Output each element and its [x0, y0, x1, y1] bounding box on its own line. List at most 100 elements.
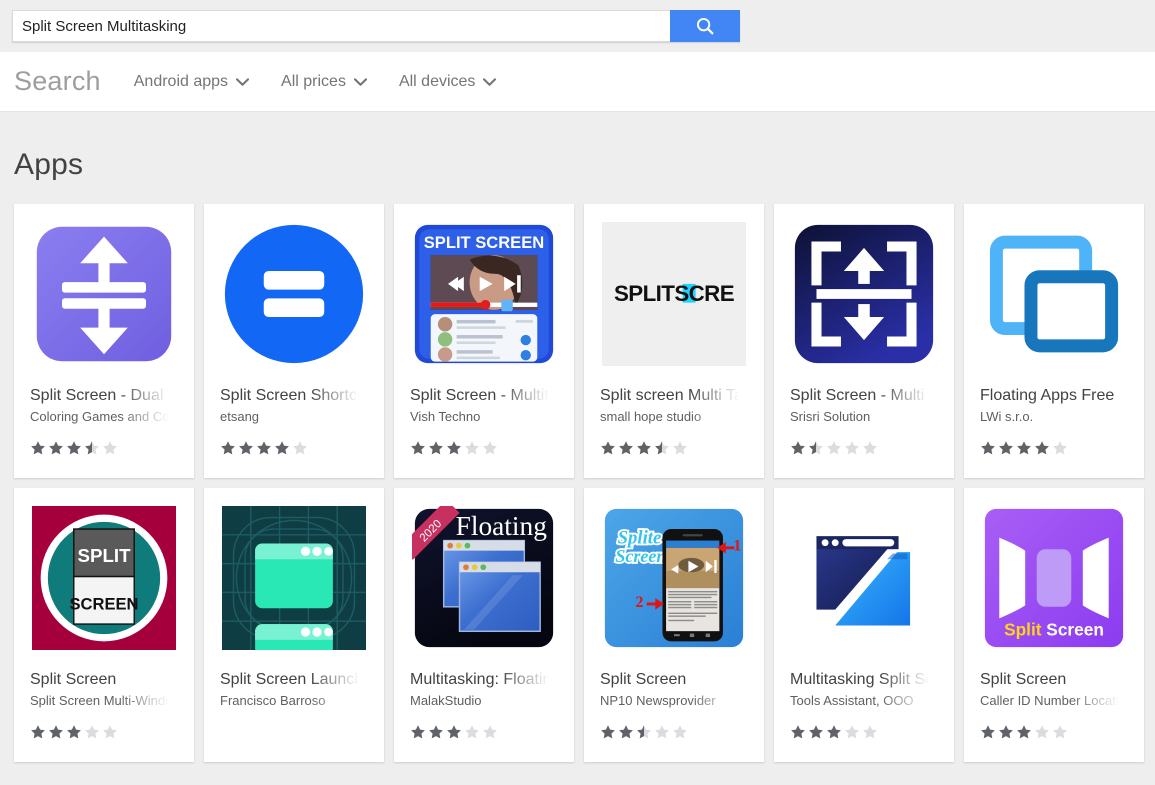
app-developer[interactable]: Francisco Barroso [220, 692, 368, 710]
star-full-icon [31, 441, 45, 455]
star-full-icon [429, 725, 443, 739]
app-title[interactable]: Split Screen Shortcut [220, 386, 368, 406]
app-developer[interactable]: Coloring Games and Coloring Book [30, 408, 178, 426]
app-title[interactable]: Multitasking: Floating Apps [410, 670, 558, 690]
star-full-icon [411, 725, 425, 739]
search-bar [0, 0, 1155, 52]
star-half-icon [809, 441, 823, 455]
app-card[interactable]: Split Screen Shortcut etsang [204, 204, 384, 478]
app-title[interactable]: Split Screen - Multi Window [790, 386, 938, 406]
filter-all-prices[interactable]: All prices [281, 72, 368, 91]
star-full-icon [67, 725, 81, 739]
filter-all-prices-label: All prices [281, 72, 346, 90]
app-developer[interactable]: NP10 Newsprovider [600, 692, 748, 710]
app-developer[interactable]: etsang [220, 408, 368, 426]
app-title[interactable]: Split Screen - Dual Screen Apps [30, 386, 178, 406]
search-icon [694, 15, 716, 37]
app-title[interactable]: Split Screen [30, 670, 178, 690]
app-developer[interactable]: Vish Techno [410, 408, 558, 426]
star-empty-icon [465, 725, 479, 739]
app-card[interactable]: Split Screen Split Screen Caller ID Numb… [964, 488, 1144, 762]
star-empty-icon [1035, 725, 1049, 739]
star-empty-icon [465, 441, 479, 455]
star-empty-icon [655, 725, 669, 739]
star-full-icon [601, 441, 615, 455]
splite-screen-phone-icon[interactable]: Splite Splite Screen Screen 1 2 [600, 504, 748, 652]
split-screen-video-chat-icon[interactable]: SPLIT SCREEN [410, 220, 558, 368]
filter-bar: Search Android apps All prices All devic… [0, 52, 1155, 112]
app-developer[interactable]: Srisri Solution [790, 408, 938, 426]
app-developer[interactable]: LWi s.r.o. [980, 408, 1128, 426]
app-developer[interactable]: Split Screen Multi-Window [30, 692, 178, 710]
app-title[interactable]: Split screen Multi Tasking [600, 386, 748, 406]
app-title[interactable]: Floating Apps Free [980, 386, 1128, 406]
search-input[interactable] [12, 10, 670, 42]
star-empty-icon [673, 441, 687, 455]
star-empty-icon [1053, 725, 1067, 739]
app-title[interactable]: Split Screen [600, 670, 748, 690]
app-card[interactable]: SPLIT SCREEN Split Screen Split Screen M… [14, 488, 194, 762]
svg-text:Floating: Floating [456, 511, 548, 541]
app-card[interactable]: Split Screen - Dual Screen Apps Coloring… [14, 204, 194, 478]
split-screen-launcher-teal-icon[interactable] [220, 504, 368, 652]
filter-android-apps-label: Android apps [133, 72, 229, 90]
rating-stars [980, 724, 1128, 740]
app-card[interactable]: Floating 2020 Multitasking: Floating App… [394, 488, 574, 762]
filter-all-devices[interactable]: All devices [399, 73, 497, 91]
star-empty-icon [1053, 441, 1067, 455]
split-screen-dual-arrows-icon[interactable] [30, 220, 178, 368]
app-card[interactable]: SPLITSCRE x Split screen Multi Tasking s… [584, 204, 764, 478]
star-full-icon [981, 441, 995, 455]
app-title[interactable]: Multitasking Split Screen [790, 670, 938, 690]
multitasking-diagonal-windows-icon[interactable] [790, 504, 938, 652]
multitasking-floating-2020-icon[interactable]: Floating 2020 [410, 504, 558, 652]
floating-windows-blue-icon[interactable] [980, 220, 1128, 368]
star-empty-icon [483, 441, 497, 455]
svg-text:2: 2 [635, 594, 643, 611]
app-grid: Split Screen - Dual Screen Apps Coloring… [14, 204, 1155, 762]
star-empty-icon [845, 441, 859, 455]
app-grid-row: SPLIT SCREEN Split Screen Split Screen M… [14, 488, 1155, 762]
app-card[interactable]: SPLIT SCREEN Split Screen - Multitasking… [394, 204, 574, 478]
app-card[interactable]: Split Screen - Multi Window Srisri Solut… [774, 204, 954, 478]
app-card[interactable]: Multitasking Split Screen Tools Assistan… [774, 488, 954, 762]
filter-android-apps[interactable]: Android apps [133, 72, 250, 91]
star-full-icon [67, 441, 81, 455]
app-developer[interactable]: MalakStudio [410, 692, 558, 710]
app-developer[interactable]: small hope studio [600, 408, 748, 426]
rating-stars [410, 724, 558, 740]
split-screen-shortcut-circle-icon[interactable] [220, 220, 368, 368]
rating-stars [980, 440, 1128, 456]
app-developer[interactable]: Tools Assistant, OOO [790, 692, 938, 710]
star-full-icon [809, 725, 823, 739]
split-screen-teal-circle-icon[interactable]: SPLIT SCREEN [30, 504, 178, 652]
star-empty-icon [483, 725, 497, 739]
split-screen-bracket-arrows-icon[interactable] [790, 220, 938, 368]
app-title[interactable]: Split Screen Launcher [220, 670, 368, 690]
splitscreen-wordmark-icon[interactable]: SPLITSCRE x [600, 220, 748, 368]
search-button[interactable] [670, 10, 740, 42]
star-full-icon [447, 441, 461, 455]
star-full-icon [239, 441, 253, 455]
svg-text:SPLIT SCREEN: SPLIT SCREEN [424, 233, 544, 252]
star-empty-icon [85, 725, 99, 739]
app-card[interactable]: Split Screen Launcher Francisco Barroso [204, 488, 384, 762]
star-full-icon [1017, 441, 1031, 455]
rating-stars [410, 440, 558, 456]
chevron-down-icon [353, 73, 368, 91]
split-screen-purple-panels-icon[interactable]: Split Screen [980, 504, 1128, 652]
page-title: Apps [14, 148, 84, 181]
app-developer[interactable]: Caller ID Number Location [980, 692, 1128, 710]
star-full-icon [411, 441, 425, 455]
rating-stars [600, 724, 748, 740]
app-meta: Split Screen - Dual Screen Apps Coloring… [30, 386, 178, 456]
app-card[interactable]: Floating Apps Free LWi s.r.o. [964, 204, 1144, 478]
star-full-icon [1017, 725, 1031, 739]
star-full-icon [429, 441, 443, 455]
app-title[interactable]: Split Screen - Multitasking [410, 386, 558, 406]
app-meta: Split Screen - Multitasking Vish Techno [410, 386, 558, 456]
app-meta: Split Screen Launcher Francisco Barroso [220, 670, 368, 710]
rating-stars [220, 440, 368, 456]
app-title[interactable]: Split Screen [980, 670, 1128, 690]
app-card[interactable]: Splite Splite Screen Screen 1 2 Split Sc… [584, 488, 764, 762]
